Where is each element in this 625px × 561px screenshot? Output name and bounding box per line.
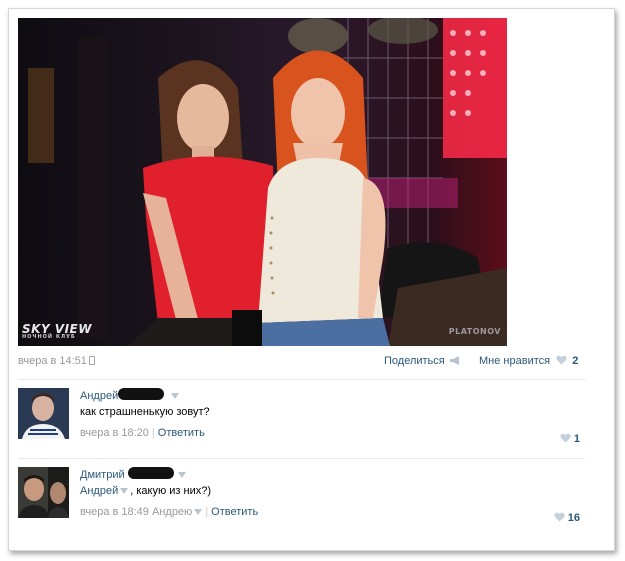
- share-button[interactable]: Поделиться: [384, 355, 461, 367]
- reply-link[interactable]: Ответить: [158, 427, 205, 439]
- reply-to-name[interactable]: Андрею: [152, 506, 192, 518]
- post-photo[interactable]: SKY VIEW НОЧНОЙ КЛУБ PLATONOV: [18, 18, 507, 346]
- separator: |: [205, 506, 209, 518]
- heart-icon: [554, 512, 565, 522]
- comment-text: Андрей , какую из них?): [80, 485, 585, 497]
- avatar[interactable]: [18, 467, 69, 518]
- comment-like-count: 16: [567, 512, 580, 524]
- mention-link[interactable]: Андрей: [80, 485, 118, 497]
- megaphone-icon: [449, 356, 459, 365]
- comment-author-name: Дмитрий: [80, 469, 125, 481]
- comment-like-button[interactable]: 16: [551, 512, 580, 524]
- reply-link[interactable]: Ответить: [211, 506, 258, 518]
- comment-item: Дмитрий Андрей , какую из них?) вчера в 1…: [18, 467, 585, 527]
- chevron-down-icon[interactable]: [194, 509, 203, 515]
- comment-text-body: , какую из них?): [130, 485, 211, 497]
- post-time-text: вчера в 14:51: [18, 355, 87, 367]
- redaction-scribble: [128, 467, 174, 479]
- chevron-down-icon[interactable]: [120, 488, 129, 494]
- comment-like-count: 1: [573, 433, 580, 445]
- share-label: Поделиться: [384, 355, 445, 367]
- like-count: 2: [572, 355, 579, 367]
- heart-icon: [560, 433, 571, 443]
- comment-text: как страшненькую зовут?: [80, 406, 210, 418]
- like-button[interactable]: Мне нравится 2: [479, 355, 578, 367]
- comment-body: Андрей К как страшненькую зовут? вчера в…: [80, 388, 585, 439]
- comment-meta: вчера в 18:20 | Ответить: [80, 427, 585, 439]
- post-timestamp[interactable]: вчера в 14:51: [18, 355, 95, 367]
- chevron-down-icon[interactable]: [177, 472, 186, 478]
- comment-author-link[interactable]: Андрей К: [80, 388, 179, 402]
- divider: [18, 379, 585, 380]
- divider: [18, 458, 585, 459]
- comment-author-link[interactable]: Дмитрий: [80, 467, 186, 481]
- photo-watermark-logo: SKY VIEW НОЧНОЙ КЛУБ: [22, 323, 92, 340]
- redaction-scribble: [118, 388, 164, 400]
- like-label: Мне нравится: [479, 355, 551, 367]
- comment-like-button[interactable]: 1: [557, 433, 580, 445]
- chevron-down-icon[interactable]: [170, 393, 179, 399]
- avatar[interactable]: [18, 388, 69, 439]
- comment-timestamp[interactable]: вчера в 18:20: [80, 427, 149, 439]
- comment-item: Андрей К как страшненькую зовут? вчера в…: [18, 388, 585, 448]
- avatar-image: [18, 388, 69, 439]
- heart-icon: [556, 355, 567, 365]
- mobile-phone-icon: [88, 356, 95, 365]
- comment-timestamp[interactable]: вчера в 18:49: [80, 506, 149, 518]
- comment-body: Дмитрий Андрей , какую из них?) вчера в 1…: [80, 467, 585, 518]
- separator: |: [151, 427, 155, 439]
- photographer-watermark: PLATONOV: [448, 327, 501, 336]
- photo-drawing: [28, 18, 507, 346]
- avatar-image: [18, 467, 69, 518]
- comment-meta: вчера в 18:49 Андрею | Ответить: [80, 506, 585, 518]
- post-footer: вчера в 14:51 Поделиться Мне нравится 2: [18, 355, 582, 369]
